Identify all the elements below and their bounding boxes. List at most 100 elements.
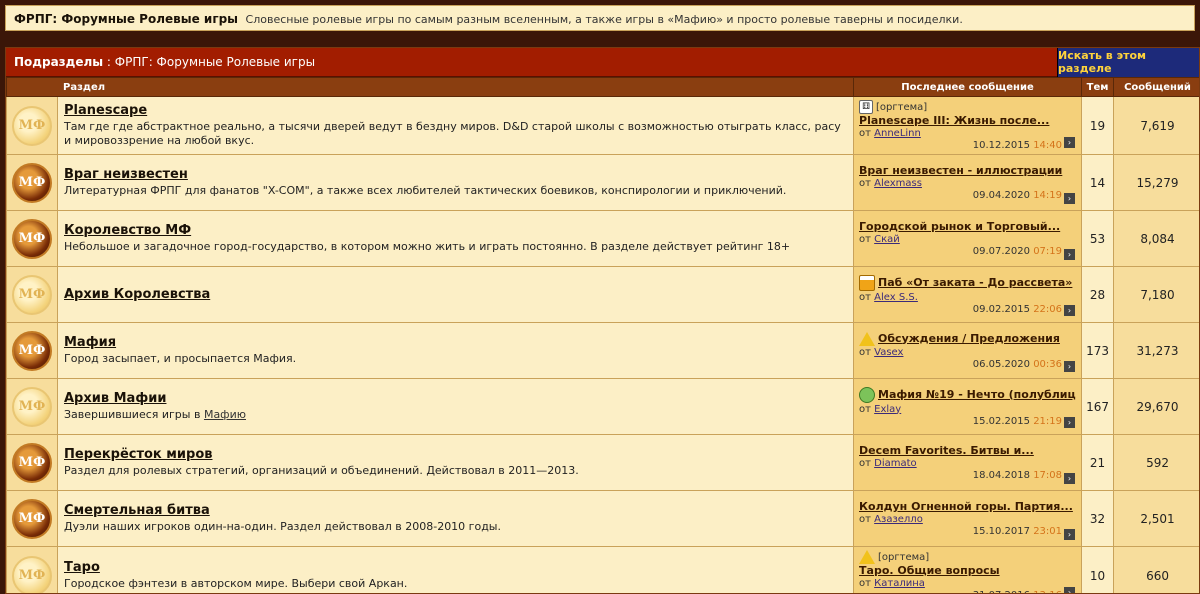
forum-name-link[interactable]: Архив Королевства bbox=[64, 287, 847, 302]
posts-count: 7,180 bbox=[1113, 266, 1199, 323]
forum-row: МФ Архив Королевства Паб «От заката - До р… bbox=[6, 266, 1199, 323]
go-to-last-post-icon[interactable]: › bbox=[1064, 473, 1076, 484]
last-post-time: 14:19 bbox=[1033, 190, 1063, 201]
forum-header-bar: ФРПГ: Форумные Ролевые игры Словесные ро… bbox=[5, 5, 1195, 31]
forum-info-cell: Архив Мафии Завершившиеся игры в Мафию bbox=[56, 378, 855, 435]
forum-icon-cell: МФ bbox=[6, 546, 58, 593]
dice-icon: ⚅ bbox=[859, 100, 874, 114]
posts-count: 2,501 bbox=[1113, 490, 1199, 547]
posts-count: 15,279 bbox=[1113, 154, 1199, 211]
forum-icon-cell: МФ bbox=[6, 322, 58, 379]
last-post-title[interactable]: Колдун Огненной горы. Партия... bbox=[859, 500, 1076, 513]
forum-info-cell: Архив Королевства bbox=[56, 266, 855, 323]
last-post-cell: Городской рынок и Торговый... от Скай 09.0… bbox=[853, 210, 1083, 267]
forum-name-link[interactable]: Таро bbox=[64, 560, 847, 575]
last-post-author-link[interactable]: Exlay bbox=[874, 404, 901, 415]
forum-status-icon: МФ bbox=[12, 555, 52, 593]
forum-name-link[interactable]: Перекрёсток миров bbox=[64, 447, 847, 462]
topics-count: 19 bbox=[1081, 96, 1115, 155]
last-post-title[interactable]: Таро. Общие вопросы bbox=[859, 564, 1076, 577]
forum-row: МФ Перекрёсток миров Раздел для ролевых ст… bbox=[6, 434, 1199, 491]
forum-name-link[interactable]: Враг неизвестен bbox=[64, 167, 847, 182]
forum-info-cell: Враг неизвестен Литературная ФРПГ для фан… bbox=[56, 154, 855, 211]
posts-count: 7,619 bbox=[1113, 96, 1199, 155]
last-post-author-link[interactable]: Diamato bbox=[874, 458, 917, 469]
forum-status-icon: МФ bbox=[12, 105, 52, 146]
topics-count: 53 bbox=[1081, 210, 1115, 267]
forum-icon-cell: МФ bbox=[6, 378, 58, 435]
forum-row: МФ Враг неизвестен Литературная ФРПГ для ф… bbox=[6, 154, 1199, 211]
forum-description: Городское фэнтези в авторском мире. Выбе… bbox=[64, 577, 408, 590]
last-post-author-link[interactable]: AnneLinn bbox=[874, 128, 921, 139]
last-post-author-link[interactable]: Каталина bbox=[874, 578, 925, 589]
forum-name-link[interactable]: Planescape bbox=[64, 103, 847, 118]
forum-status-icon: МФ bbox=[12, 386, 52, 427]
forum-title: ФРПГ: Форумные Ролевые игры bbox=[14, 12, 239, 26]
topics-count: 32 bbox=[1081, 490, 1115, 547]
last-post-title[interactable]: Паб «От заката - До рассвета» bbox=[859, 274, 1076, 291]
posts-count: 660 bbox=[1113, 546, 1199, 593]
go-to-last-post-icon[interactable]: › bbox=[1064, 137, 1076, 148]
forum-info-cell: Перекрёсток миров Раздел для ролевых стра… bbox=[56, 434, 855, 491]
forum-desc-link[interactable]: Мафию bbox=[204, 408, 246, 421]
last-post-title[interactable]: Враг неизвестен - иллюстрации bbox=[859, 164, 1076, 177]
go-to-last-post-icon[interactable]: › bbox=[1064, 587, 1076, 593]
forum-row: МФ Смертельная битва Дуэли наших игроков о… bbox=[6, 490, 1199, 547]
forum-name-link[interactable]: Архив Мафии bbox=[64, 391, 847, 406]
last-post-author-link[interactable]: Alexmass bbox=[874, 178, 922, 189]
forum-name-link[interactable]: Мафия bbox=[64, 335, 847, 350]
go-to-last-post-icon[interactable]: › bbox=[1064, 249, 1076, 260]
forum-info-cell: Королевство МФ Небольшое и загадочное гор… bbox=[56, 210, 855, 267]
last-post-date: 09.07.2020 bbox=[972, 246, 1030, 257]
forum-description: Завершившиеся игры в Мафию bbox=[64, 408, 246, 421]
go-to-last-post-icon[interactable]: › bbox=[1064, 417, 1076, 428]
posts-count: 592 bbox=[1113, 434, 1199, 491]
go-to-last-post-icon[interactable]: › bbox=[1064, 305, 1076, 316]
go-to-last-post-icon[interactable]: › bbox=[1064, 529, 1076, 540]
go-to-last-post-icon[interactable]: › bbox=[1064, 193, 1076, 204]
forum-name-link[interactable]: Королевство МФ bbox=[64, 223, 847, 238]
forum-status-icon: МФ bbox=[12, 218, 52, 259]
topic-tag: [оргтема] bbox=[876, 102, 928, 113]
forum-icon-cell: МФ bbox=[6, 96, 58, 155]
topics-count: 28 bbox=[1081, 266, 1115, 323]
last-post-cell: Паб «От заката - До рассвета» от Alex S.S… bbox=[853, 266, 1083, 323]
forum-info-cell: Смертельная битва Дуэли наших игроков оди… bbox=[56, 490, 855, 547]
warning-icon bbox=[859, 550, 876, 564]
forum-description: Город засыпает, и просыпается Мафия. bbox=[64, 352, 297, 365]
forum-description: Словесные ролевые игры по самым разным в… bbox=[245, 13, 963, 26]
last-post-time: 07:19 bbox=[1033, 246, 1063, 257]
subforums-header: Подразделы : ФРПГ: Форумные Ролевые игры… bbox=[6, 48, 1199, 77]
last-post-title[interactable]: Decem Favorites. Битвы и... bbox=[859, 444, 1076, 457]
posts-count: 31,273 bbox=[1113, 322, 1199, 379]
last-post-time: 17:08 bbox=[1033, 470, 1063, 481]
forum-icon-cell: МФ bbox=[6, 210, 58, 267]
last-post-title[interactable]: Обсуждения / Предложения bbox=[859, 331, 1076, 346]
last-post-author-link[interactable]: Скай bbox=[874, 234, 900, 245]
last-post-time: 23:01 bbox=[1033, 526, 1063, 537]
last-post-title[interactable]: Городской рынок и Торговый... bbox=[859, 220, 1076, 233]
topic-tag: [оргтема] bbox=[878, 552, 930, 563]
column-header-posts: Сообщений bbox=[1113, 77, 1199, 97]
last-post-time: 00:36 bbox=[1033, 358, 1063, 370]
forum-status-icon: МФ bbox=[12, 330, 52, 371]
subforums-label: Подразделы bbox=[14, 55, 104, 69]
last-post-author-link[interactable]: Alex S.S. bbox=[874, 292, 918, 303]
go-to-last-post-icon[interactable]: › bbox=[1064, 361, 1076, 372]
forum-row: МФ Таро Городское фэнтези в авторском мире… bbox=[6, 546, 1199, 593]
forum-row: МФ Архив Мафии Завершившиеся игры в Мафию М… bbox=[6, 378, 1199, 435]
last-post-title[interactable]: Planescape III: Жизнь после... bbox=[859, 114, 1076, 127]
last-post-cell: Обсуждения / Предложения от Vasex 06.05.20… bbox=[853, 322, 1083, 379]
forum-name-link[interactable]: Смертельная битва bbox=[64, 503, 847, 518]
search-in-section-button[interactable]: Искать в этом разделе bbox=[1057, 48, 1199, 77]
last-post-author-link[interactable]: Vasex bbox=[874, 347, 903, 358]
forum-status-icon: МФ bbox=[12, 162, 52, 203]
last-post-cell: Мафия №19 - Нечто (полублиц) от Exlay 15.0… bbox=[853, 378, 1083, 435]
topics-count: 173 bbox=[1081, 322, 1115, 379]
forum-info-cell: Таро Городское фэнтези в авторском мире. … bbox=[56, 546, 855, 593]
last-post-author-link[interactable]: Азазелло bbox=[874, 514, 923, 525]
forum-icon-cell: МФ bbox=[6, 266, 58, 323]
alien-icon bbox=[859, 386, 876, 403]
last-post-title[interactable]: Мафия №19 - Нечто (полублиц) bbox=[859, 386, 1076, 403]
forum-row: МФ Planescape Там где где абстрактное реал… bbox=[6, 96, 1199, 155]
